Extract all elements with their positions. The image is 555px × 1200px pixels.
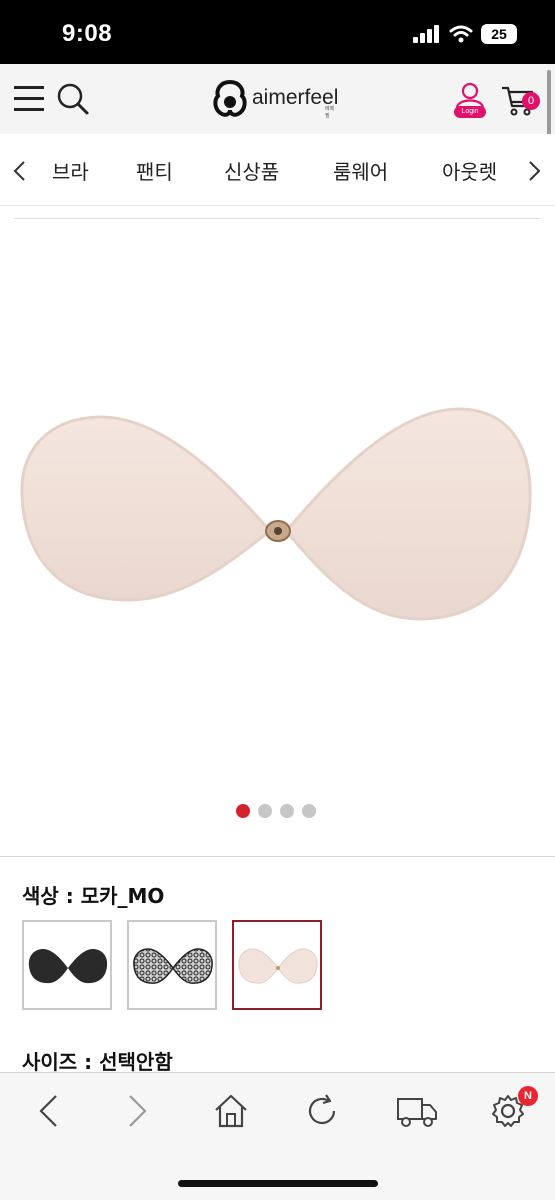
image-pagination-dots — [236, 804, 316, 818]
cart-count-badge: 0 — [522, 92, 540, 110]
pagination-dot-4[interactable] — [302, 804, 316, 818]
notification-badge: N — [518, 1086, 538, 1106]
color-option-label: 색상 : 모카_MO — [22, 884, 165, 908]
category-item-outlet[interactable]: 아웃렛 — [442, 156, 497, 185]
category-item-panty[interactable]: 팬티 — [136, 156, 173, 185]
logo-subtext: 에메필 — [325, 106, 335, 119]
status-time: 9:08 — [62, 20, 113, 47]
pagination-dot-2[interactable] — [258, 804, 272, 818]
logo-mark-icon — [213, 79, 247, 117]
user-icon[interactable] — [453, 82, 487, 108]
category-item-bra[interactable]: 브라 — [52, 156, 89, 185]
pagination-dot-3[interactable] — [280, 804, 294, 818]
battery-indicator: 25 — [481, 24, 517, 44]
size-option-label: 사이즈 : 선택안함 — [22, 1050, 173, 1074]
product-image — [20, 407, 532, 621]
color-swatch-mocha[interactable] — [232, 920, 322, 1010]
pagination-dot-1[interactable] — [236, 804, 250, 818]
home-icon[interactable] — [213, 1093, 249, 1129]
status-icons: 25 — [413, 24, 517, 44]
swatch-lace-image — [133, 948, 213, 984]
color-swatch-black-lace[interactable] — [127, 920, 217, 1010]
category-nav: 브라 팬티 신상품 룸웨어 아웃렛 — [0, 134, 555, 206]
search-icon[interactable] — [56, 82, 90, 116]
home-indicator[interactable] — [178, 1180, 378, 1187]
refresh-icon[interactable] — [304, 1093, 340, 1129]
menu-icon[interactable] — [14, 84, 46, 114]
chevron-right-icon[interactable] — [528, 160, 542, 182]
status-bar: 9:08 25 — [0, 0, 555, 64]
chevron-left-icon[interactable] — [12, 160, 26, 182]
signal-icon — [413, 25, 439, 43]
color-swatch-black[interactable] — [22, 920, 112, 1010]
back-icon[interactable] — [36, 1093, 60, 1129]
wifi-icon — [449, 25, 473, 43]
category-item-new[interactable]: 신상품 — [224, 156, 279, 185]
swatch-mocha-image — [238, 948, 318, 984]
site-header: aimerfeel 에메필 — [0, 64, 555, 134]
swatch-black-image — [28, 948, 108, 984]
product-image-area[interactable] — [0, 219, 555, 855]
login-badge[interactable]: Login — [454, 106, 486, 118]
category-item-roomwear[interactable]: 룸웨어 — [333, 156, 388, 185]
section-divider — [0, 856, 555, 857]
site-logo[interactable]: aimerfeel 에메필 — [212, 78, 338, 119]
forward-icon[interactable] — [126, 1093, 150, 1129]
delivery-truck-icon[interactable] — [396, 1093, 438, 1129]
